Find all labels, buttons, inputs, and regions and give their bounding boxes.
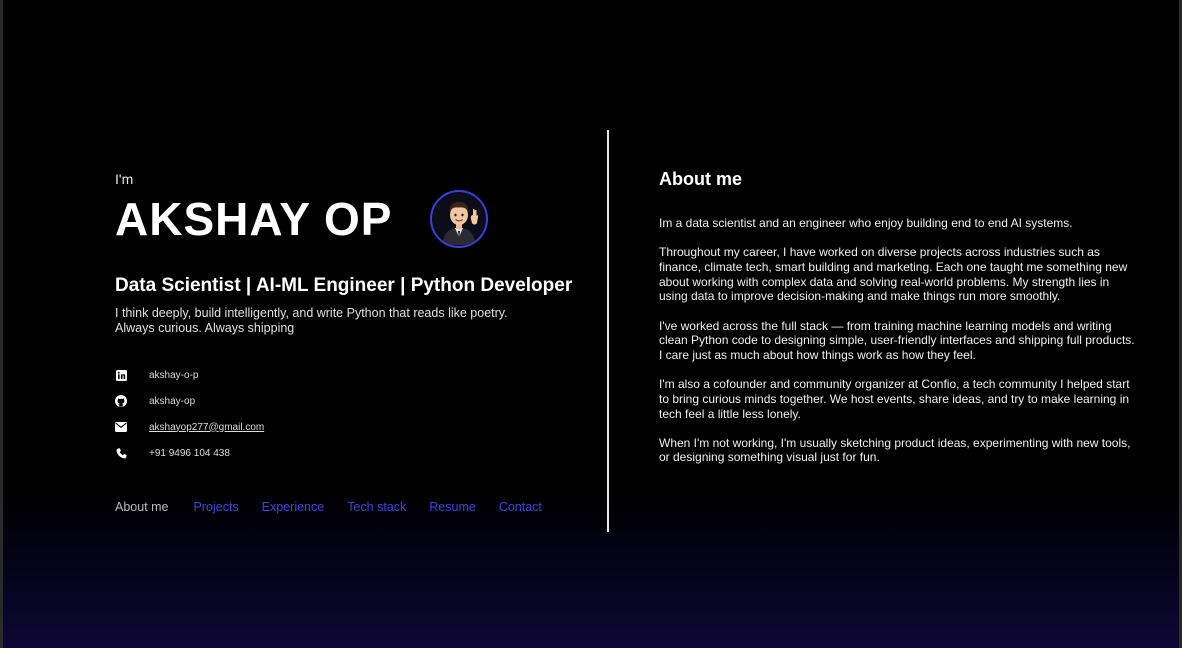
greeting: I'm xyxy=(115,171,134,187)
phone-number: +91 9496 104 438 xyxy=(149,447,230,459)
hero-name: AKSHAY OP xyxy=(115,193,393,245)
nav-tech-stack[interactable]: Tech stack xyxy=(347,500,406,514)
contact-email[interactable]: akshayop277@gmail.com xyxy=(115,414,585,440)
vertical-divider xyxy=(607,130,609,532)
contact-list: akshay-o-p akshay-op akshayop277@gmail.c… xyxy=(115,362,585,466)
nav-projects[interactable]: Projects xyxy=(194,500,239,514)
about-paragraph: I've worked across the full stack — from… xyxy=(659,318,1135,362)
hero-tagline: I think deeply, build intelligently, and… xyxy=(115,306,585,336)
contact-phone[interactable]: +91 9496 104 438 xyxy=(115,440,585,466)
about-paragraph: Throughout my career, I have worked on d… xyxy=(659,245,1128,304)
name-row: AKSHAY OP xyxy=(115,188,585,250)
nav-about-me[interactable]: About me xyxy=(115,500,169,514)
github-handle: akshay-op xyxy=(149,395,196,407)
about-title: About me xyxy=(659,169,742,189)
hero-role: Data Scientist | AI-ML Engineer | Python… xyxy=(115,275,573,296)
contact-linkedin[interactable]: akshay-o-p xyxy=(115,362,585,388)
avatar xyxy=(430,190,489,248)
mail-icon xyxy=(115,421,127,433)
contact-github[interactable]: akshay-op xyxy=(115,388,585,414)
linkedin-icon xyxy=(115,369,127,381)
memoji-waving-icon xyxy=(443,202,479,245)
nav-resume[interactable]: Resume xyxy=(429,500,476,514)
about-paragraph: Im a data scientist and an engineer who … xyxy=(659,216,1073,230)
about-paragraph: I'm also a cofounder and community organ… xyxy=(659,377,1130,421)
phone-icon xyxy=(115,447,127,459)
nav-experience[interactable]: Experience xyxy=(262,500,325,514)
hero-section: I'm AKSHAY OP Data Scientist | AI-ML Eng… xyxy=(115,170,585,514)
about-paragraph: When I'm not working, I'm usually sketch… xyxy=(659,435,1131,465)
tagline-line-2: Always curious. Always shipping xyxy=(115,321,295,335)
about-section: About me Im a data scientist and an engi… xyxy=(659,168,1137,465)
linkedin-handle: akshay-o-p xyxy=(149,369,199,381)
tagline-line-1: I think deeply, build intelligently, and… xyxy=(115,306,508,320)
portfolio-page: I'm AKSHAY OP Data Scientist | AI-ML Eng… xyxy=(0,0,1182,648)
github-icon xyxy=(115,395,127,407)
email-link[interactable]: akshayop277@gmail.com xyxy=(149,422,264,433)
nav-contact[interactable]: Contact xyxy=(499,500,542,514)
section-nav: About me Projects Experience Tech stack … xyxy=(115,500,585,514)
